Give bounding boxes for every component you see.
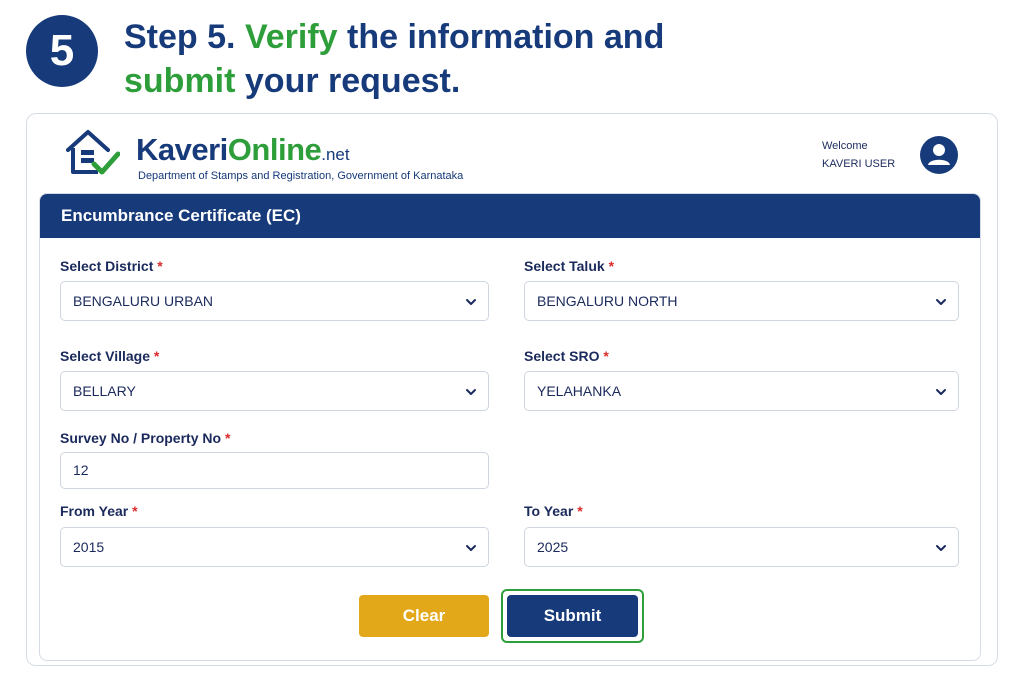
sro-select[interactable]: YELAHANKA	[524, 371, 959, 411]
taluk-select[interactable]: BENGALURU NORTH	[524, 281, 959, 321]
user-avatar-button[interactable]	[920, 136, 958, 174]
sro-value: YELAHANKA	[537, 383, 622, 399]
sro-label-text: Select SRO	[524, 348, 600, 364]
survey-value: 12	[73, 462, 89, 478]
from-year-value: 2015	[73, 539, 105, 555]
chevron-down-icon	[936, 545, 946, 551]
required-mark: *	[603, 348, 609, 364]
required-mark: *	[224, 430, 231, 446]
step-number-badge: 5	[26, 15, 98, 87]
site-logo[interactable]: KaveriOnline.net	[136, 132, 350, 168]
district-label: Select District *	[60, 258, 163, 274]
required-mark: *	[577, 503, 583, 519]
welcome-text: Welcome	[822, 140, 868, 152]
step-title: Step 5. Verify the information and submi…	[124, 15, 744, 103]
chevron-down-icon	[936, 389, 946, 395]
required-mark: *	[153, 348, 160, 364]
village-label-text: Select Village	[60, 348, 151, 364]
survey-number-input[interactable]: 12	[60, 452, 489, 489]
survey-label-text: Survey No / Property No	[60, 430, 222, 446]
village-select[interactable]: BELLARY	[60, 371, 489, 411]
required-mark: *	[157, 258, 163, 274]
survey-label: Survey No / Property No *	[60, 430, 230, 446]
to-year-label: To Year *	[524, 503, 583, 519]
site-header: KaveriOnline.net Department of Stamps an…	[36, 118, 996, 188]
chevron-down-icon	[936, 299, 946, 305]
required-mark: *	[608, 258, 615, 274]
required-mark: *	[132, 503, 138, 519]
user-name: KAVERI USER	[822, 158, 896, 170]
logo-net: .net	[321, 145, 350, 164]
district-select[interactable]: BENGALURU URBAN	[60, 281, 489, 321]
from-year-select[interactable]: 2015	[60, 527, 489, 567]
clear-button[interactable]: Clear	[359, 595, 489, 637]
sro-label: Select SRO *	[524, 348, 609, 364]
chevron-down-icon	[466, 545, 476, 551]
from-year-label: From Year *	[60, 503, 138, 519]
step-title-text: Step 5.	[124, 18, 245, 56]
to-year-label-text: To Year	[524, 503, 574, 519]
user-avatar-icon	[928, 144, 950, 165]
taluk-value: BENGALURU NORTH	[537, 293, 678, 309]
taluk-label-text: Select Taluk	[524, 258, 605, 274]
logo-kaveri: Kaveri	[136, 132, 228, 167]
chevron-down-icon	[466, 299, 476, 305]
district-value: BENGALURU URBAN	[73, 293, 214, 309]
district-label-text: Select District	[60, 258, 154, 274]
step-title-text: the information and	[337, 18, 665, 56]
step-title-highlight: submit	[124, 62, 236, 100]
village-value: BELLARY	[73, 383, 136, 399]
taluk-label: Select Taluk *	[524, 258, 614, 274]
logo-online: Online	[227, 132, 322, 167]
house-check-icon	[66, 130, 120, 175]
submit-button[interactable]: Submit	[507, 595, 638, 637]
department-subtitle: Department of Stamps and Registration, G…	[138, 170, 464, 182]
chevron-down-icon	[466, 389, 476, 395]
step-title-highlight: Verify	[244, 18, 338, 56]
to-year-value: 2025	[537, 539, 569, 555]
panel-title: Encumbrance Certificate (EC)	[40, 194, 980, 238]
step-title-text: your request.	[235, 62, 461, 100]
village-label: Select Village *	[60, 348, 159, 364]
from-year-label-text: From Year	[60, 503, 129, 519]
to-year-select[interactable]: 2025	[524, 527, 959, 567]
